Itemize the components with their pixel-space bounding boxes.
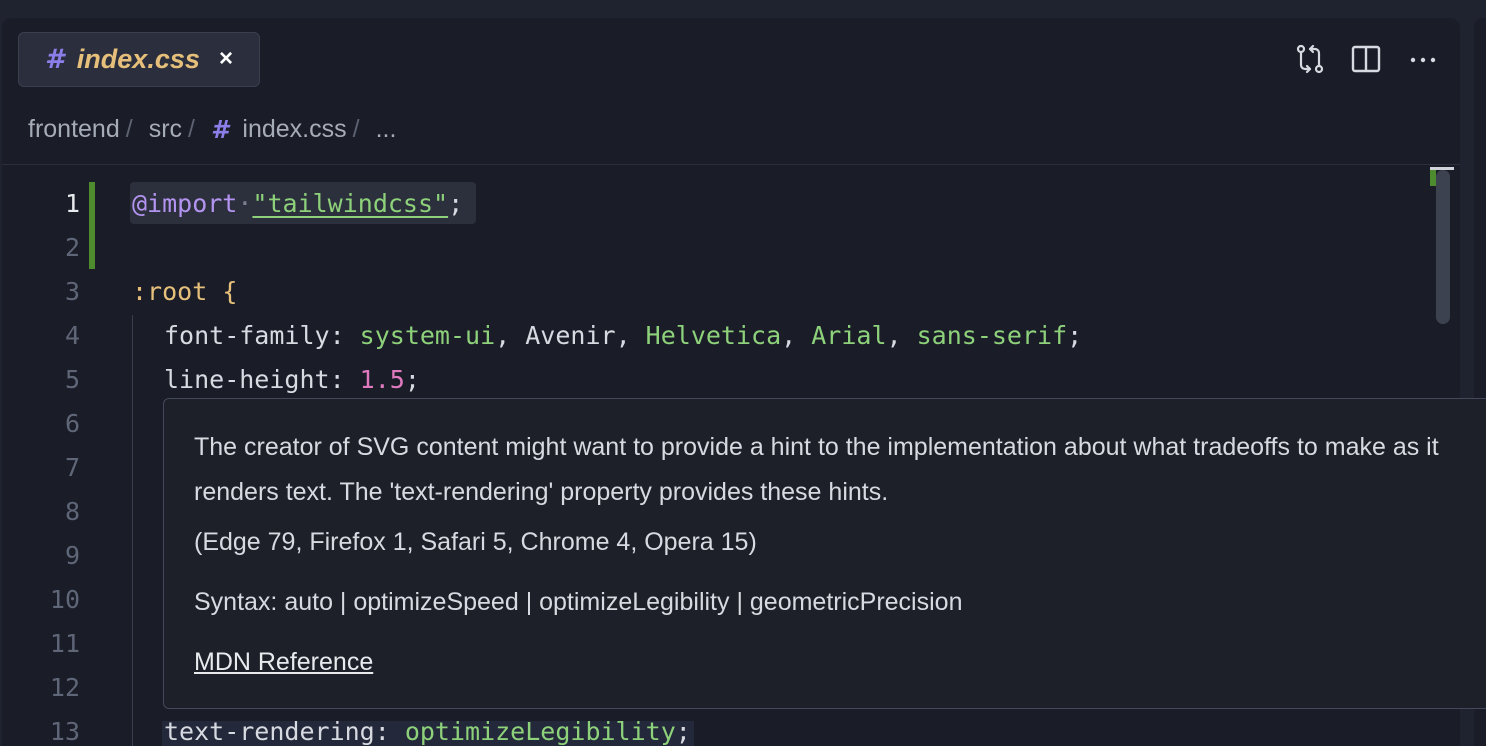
ellipsis-icon[interactable] [1406, 42, 1440, 76]
line-number: 8 [64, 497, 80, 526]
code-line-5: line-height: 1.5; [164, 365, 420, 394]
line-number: 13 [49, 717, 80, 746]
semicolon: ; [675, 717, 691, 746]
comma: , [886, 321, 917, 350]
code-line-1: @import·"tailwindcss"; [132, 189, 463, 218]
syntax-text: Syntax: auto | optimizeSpeed | optimizeL… [194, 588, 963, 616]
tab-index-css[interactable]: # index.css × [18, 32, 260, 87]
split-editor-icon[interactable] [1349, 42, 1383, 76]
line-number: 11 [49, 629, 80, 658]
property: text-rendering: [164, 717, 405, 746]
comma: , [781, 321, 812, 350]
whitespace-marker: · [237, 189, 253, 218]
code-line-3: :root { [132, 277, 237, 306]
value: optimizeLegibility [404, 717, 676, 746]
comma: , [615, 321, 646, 350]
vertical-scrollbar[interactable] [1436, 170, 1450, 324]
value: Avenir [525, 321, 616, 350]
value: system-ui [359, 321, 496, 350]
line-number: 5 [64, 365, 80, 394]
property: font-family: [164, 321, 360, 350]
open-brace: { [222, 277, 238, 306]
window: # index.css × frontend / src / # index.c… [0, 0, 1486, 746]
code-line-4: font-family: system-ui, Avenir, Helvetic… [164, 321, 1082, 350]
mdn-reference-link[interactable]: MDN Reference [194, 648, 373, 677]
value: Helvetica [645, 321, 782, 350]
git-compare-icon[interactable] [1293, 42, 1327, 76]
line-number: 9 [64, 541, 80, 570]
line-number: 10 [49, 585, 80, 614]
hover-description: The creator of SVG content might want to… [194, 433, 1439, 506]
close-icon[interactable]: × [219, 45, 233, 73]
value: sans-serif [916, 321, 1068, 350]
breadcrumb-separator: / [188, 114, 195, 143]
line-number: 2 [64, 233, 80, 262]
breadcrumb-separator: / [352, 114, 360, 143]
line-number: 7 [64, 453, 80, 482]
hover-tooltip: The creator of SVG content might want to… [163, 398, 1486, 709]
value: Arial [811, 321, 887, 350]
breadcrumb-symbols[interactable]: ... [376, 115, 397, 144]
line-number: 6 [64, 409, 80, 438]
breadcrumb-src[interactable]: src [149, 115, 182, 144]
code-line-13: text-rendering: optimizeLegibility; [164, 717, 691, 746]
import-string[interactable]: "tailwindcss" [252, 189, 448, 218]
line-number: 4 [64, 321, 80, 350]
comma: , [495, 321, 526, 350]
indent-guide [132, 315, 133, 746]
semicolon: ; [404, 365, 420, 394]
selector: :root [132, 277, 208, 306]
line-number: 1 [64, 189, 80, 218]
property: line-height: [164, 365, 360, 394]
breadcrumb-index-css[interactable]: index.css [242, 115, 346, 144]
hash-icon: # [45, 44, 64, 75]
semicolon: ; [1067, 321, 1083, 350]
breadcrumb: frontend / src / # index.css / ... [28, 114, 396, 144]
tab-label: index.css [76, 44, 200, 74]
hash-icon: # [210, 114, 229, 144]
semicolon: ; [448, 189, 464, 218]
breadcrumb-separator: / [125, 114, 133, 143]
breadcrumb-frontend[interactable]: frontend [28, 115, 120, 144]
browser-compat: (Edge 79, Firefox 1, Safari 5, Chrome 4,… [194, 528, 757, 556]
at-rule: @import [132, 189, 238, 218]
git-added-indicator [89, 182, 95, 269]
number-value: 1.5 [359, 365, 405, 394]
line-number: 12 [49, 673, 80, 702]
line-number: 3 [64, 277, 80, 306]
